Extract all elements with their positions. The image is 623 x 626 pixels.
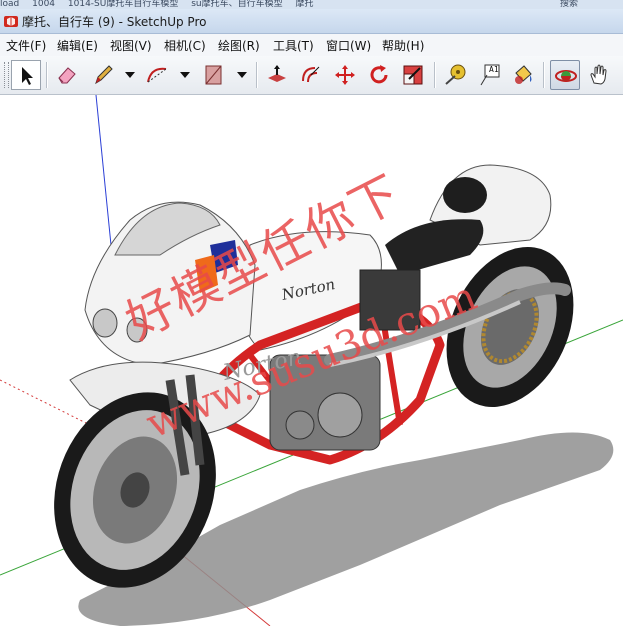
move-tool-button[interactable]: [330, 60, 360, 90]
sketchup-logo-icon: [4, 16, 18, 27]
tail-seat-pad: [443, 177, 487, 213]
model-viewport[interactable]: Norton Norton 好模型任你下 www.susu3d.com: [0, 95, 623, 626]
menu-file[interactable]: 文件(F): [6, 37, 46, 54]
menu-draw[interactable]: 绘图(R): [218, 37, 260, 54]
breadcrumb-segment: load: [0, 0, 20, 9]
pencil-icon: [95, 65, 113, 85]
headlight-left: [92, 308, 118, 338]
eraser-tool-button[interactable]: [52, 60, 82, 90]
push-pull-tool-button[interactable]: [262, 60, 292, 90]
rectangle-icon: [205, 65, 222, 85]
breadcrumb-segment: 搜索: [560, 0, 579, 9]
rotate-tool-button[interactable]: [364, 60, 394, 90]
window-title: 摩托、自行车 (9) - SketchUp Pro: [22, 15, 207, 29]
breadcrumb-segment: su摩托车、自行车模型: [191, 0, 283, 9]
arrow-pointer-icon: [22, 67, 33, 85]
hand-icon: [590, 64, 607, 85]
rotate-icon: [370, 65, 388, 84]
move-arrows-icon: [335, 65, 355, 85]
chevron-down-icon[interactable]: [124, 71, 136, 79]
tape-measure-tool-button[interactable]: [440, 60, 470, 90]
text-tool-label: A1: [489, 65, 499, 74]
orbit-icon: [555, 70, 577, 82]
menu-bar: 文件(F) 编辑(E) 视图(V) 相机(C) 绘图(R) 工具(T) 窗口(W…: [0, 34, 623, 57]
menu-help[interactable]: 帮助(H): [382, 37, 424, 54]
offset-icon: [302, 66, 320, 83]
orbit-tool-button[interactable]: [550, 60, 580, 90]
paint-bucket-icon: [515, 65, 532, 84]
arc-tool-button[interactable]: [142, 60, 172, 90]
toolbar-separator: [434, 62, 435, 88]
chevron-down-icon[interactable]: [179, 71, 191, 79]
scale-icon: [403, 65, 423, 85]
push-pull-icon: [268, 65, 286, 82]
text-tool-button[interactable]: A1: [474, 60, 504, 90]
toolbar-separator: [46, 62, 47, 88]
title-bar[interactable]: 摩托、自行车 (9) - SketchUp Pro: [0, 9, 623, 34]
tape-measure-icon: [445, 64, 466, 85]
chevron-down-icon[interactable]: [236, 71, 248, 79]
breadcrumb-segment: 摩托: [295, 0, 314, 9]
line-tool-button[interactable]: [88, 60, 118, 90]
menu-tools[interactable]: 工具(T): [273, 37, 314, 54]
blue-axis: [95, 95, 113, 256]
select-tool-button[interactable]: [11, 60, 41, 90]
menu-edit[interactable]: 编辑(E): [57, 37, 98, 54]
scale-tool-button[interactable]: [398, 60, 428, 90]
offset-tool-button[interactable]: [296, 60, 326, 90]
breadcrumb-segment: 1014-SU摩托车自行车模型: [67, 0, 179, 9]
toolbar-separator: [543, 62, 544, 88]
pan-tool-button[interactable]: [584, 60, 614, 90]
seat: [385, 219, 484, 275]
paint-bucket-tool-button[interactable]: [508, 60, 538, 90]
toolbar-separator: [256, 62, 257, 88]
eraser-icon: [58, 67, 76, 84]
toolbar-grip[interactable]: [4, 62, 9, 88]
main-toolbar: A1: [0, 56, 623, 95]
rectangle-tool-button[interactable]: [199, 60, 229, 90]
menu-window[interactable]: 窗口(W): [326, 37, 371, 54]
menu-camera[interactable]: 相机(C): [164, 37, 206, 54]
breadcrumb-segment: 1004: [32, 0, 56, 9]
menu-view[interactable]: 视图(V): [110, 37, 152, 54]
arc-icon: [147, 67, 167, 83]
